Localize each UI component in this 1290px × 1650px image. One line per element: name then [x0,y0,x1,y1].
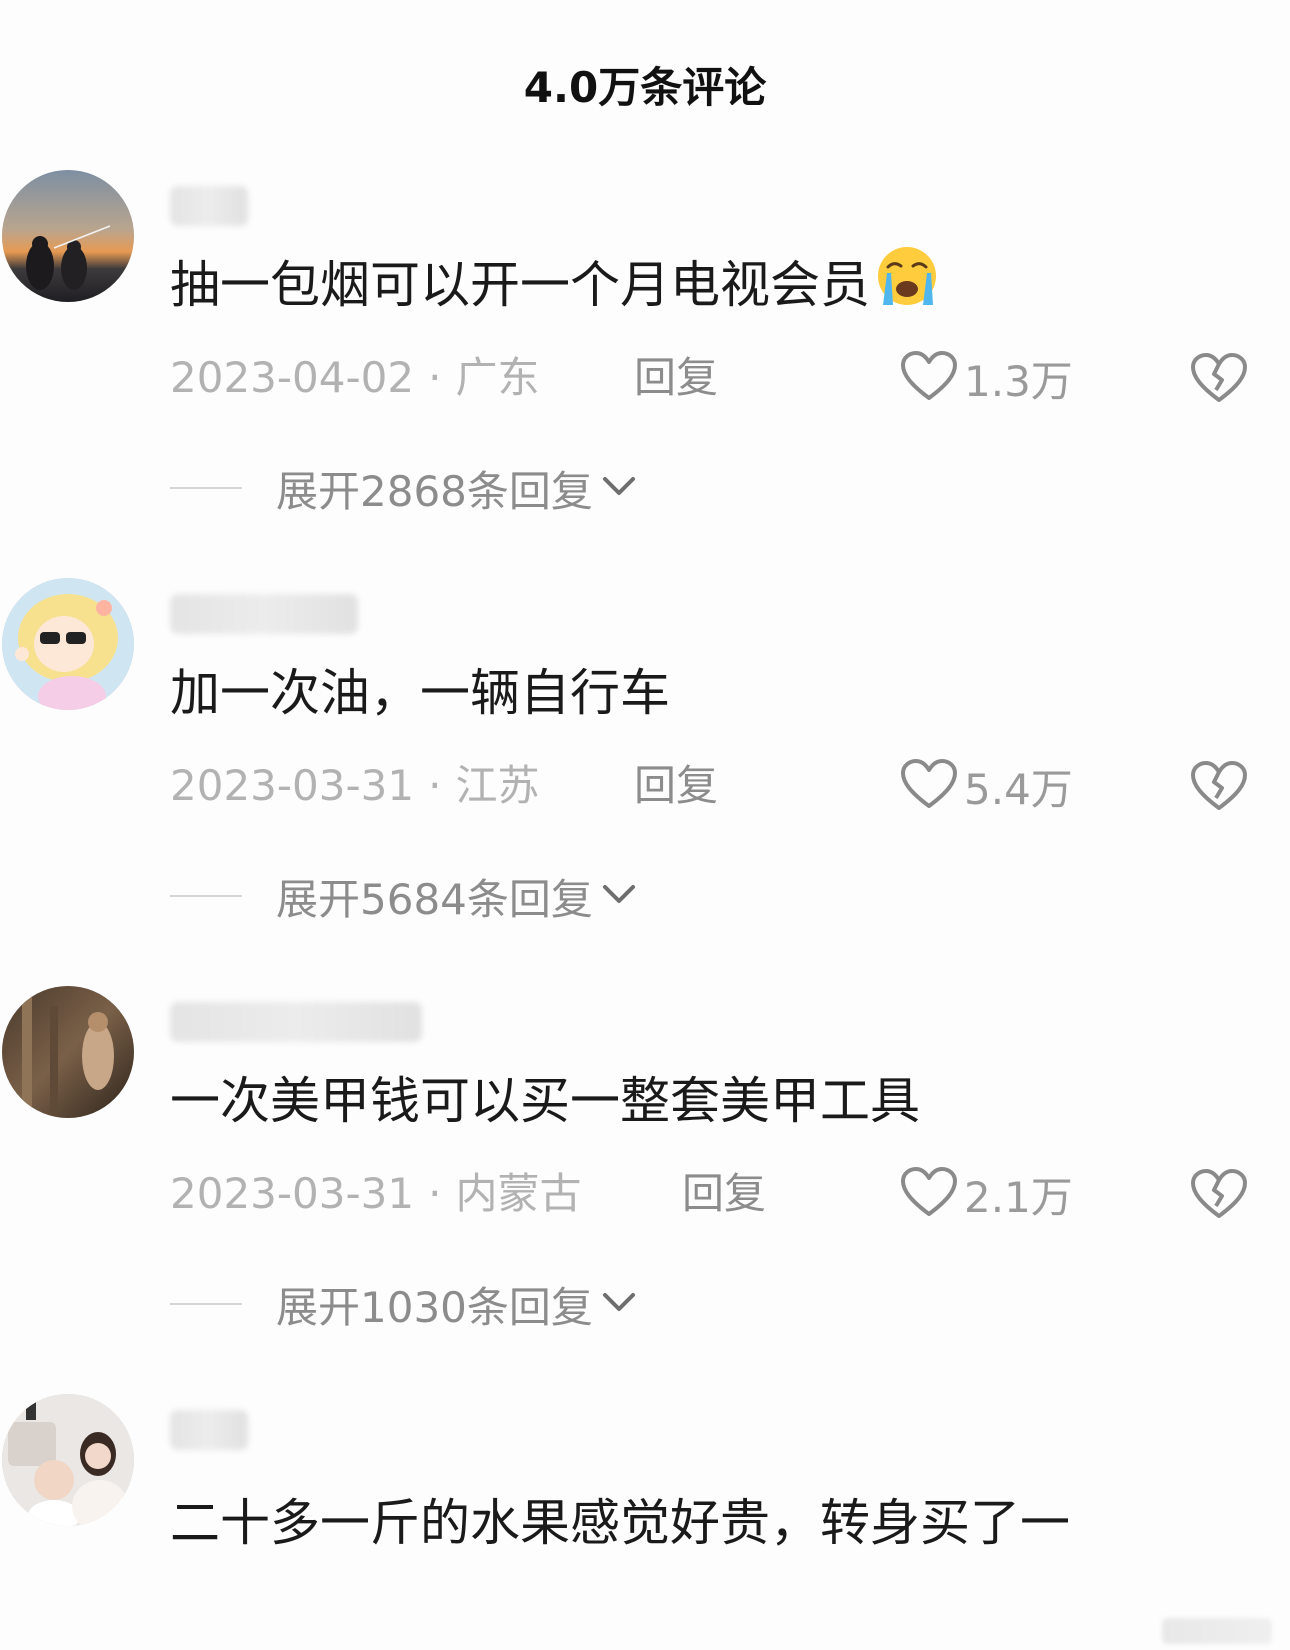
chevron-down-icon [601,474,637,502]
chevron-down-icon [601,1290,637,1318]
broken-heart-icon[interactable] [1190,352,1248,408]
comment-text-body: 抽一包烟可以开一个月电视会员 [170,256,870,314]
username-redacted[interactable] [170,594,358,634]
watermark-redacted [1162,1618,1272,1644]
reply-button[interactable]: 回复 [634,350,718,406]
comment-meta: 2023-03-31 · 内蒙古 [170,1166,581,1222]
heart-icon [900,350,958,406]
avatar[interactable] [2,986,134,1118]
expand-replies-button[interactable]: 展开2868条回复 [170,460,637,516]
comment-meta: 2023-04-02 · 广东 [170,350,539,406]
meta-separator: · [428,353,442,402]
avatar[interactable] [2,578,134,710]
like-count: 5.4万 [964,764,1073,814]
reply-button[interactable]: 回复 [682,1166,766,1222]
comment-item: 一次美甲钱可以买一整套美甲工具 2023-03-31 · 内蒙古 回复 2.1万 展… [0,986,1290,1416]
expand-replies-label: 展开5684条回复 [276,874,593,924]
reply-button[interactable]: 回复 [634,758,718,814]
divider-line [170,487,242,489]
meta-separator: · [428,1169,442,1218]
comment-item: 加一次油，一辆自行车 2023-03-31 · 江苏 回复 5.4万 展开5684条… [0,578,1290,1008]
avatar[interactable] [2,1394,134,1526]
like-count: 1.3万 [964,356,1073,406]
username-redacted[interactable] [170,186,248,226]
comment-meta: 2023-03-31 · 江苏 [170,758,539,814]
expand-replies-label: 展开1030条回复 [276,1282,593,1332]
comment-text: 抽一包烟可以开一个月电视会员 [170,246,940,323]
divider-line [170,1303,242,1305]
comment-location: 内蒙古 [455,1169,582,1218]
comment-text: 加一次油，一辆自行车 [170,664,670,722]
expand-replies-button[interactable]: 展开5684条回复 [170,868,637,924]
broken-heart-icon[interactable] [1190,760,1248,816]
comment-item: 二十多一斤的水果感觉好贵，转身买了一 [0,1394,1290,1650]
chevron-down-icon [601,882,637,910]
loudly-crying-face-icon [874,245,940,323]
heart-icon [900,1166,958,1222]
broken-heart-icon[interactable] [1190,1168,1248,1224]
expand-replies-button[interactable]: 展开1030条回复 [170,1276,637,1332]
comment-item: 抽一包烟可以开一个月电视会员 2023-04-02 · 广东 回复 1.3万 展开2… [0,170,1290,600]
username-redacted[interactable] [170,1410,248,1450]
like-button[interactable]: 5.4万 [900,756,1073,816]
comment-location: 广东 [455,353,540,402]
comment-date: 2023-03-31 [170,761,415,810]
comment-location: 江苏 [455,761,540,810]
bottom-fade [0,1620,1290,1650]
page-title: 4.0万条评论 [523,63,767,112]
meta-separator: · [428,761,442,810]
like-button[interactable]: 2.1万 [900,1164,1073,1224]
expand-replies-label: 展开2868条回复 [276,466,593,516]
like-button[interactable]: 1.3万 [900,348,1073,408]
heart-icon [900,758,958,814]
comment-text: 一次美甲钱可以买一整套美甲工具 [170,1072,920,1130]
comment-date: 2023-03-31 [170,1169,415,1218]
like-count: 2.1万 [964,1172,1073,1222]
avatar[interactable] [2,170,134,302]
divider-line [170,895,242,897]
username-redacted[interactable] [170,1002,422,1042]
comment-date: 2023-04-02 [170,353,415,402]
comment-text: 二十多一斤的水果感觉好贵，转身买了一 [170,1494,1070,1552]
